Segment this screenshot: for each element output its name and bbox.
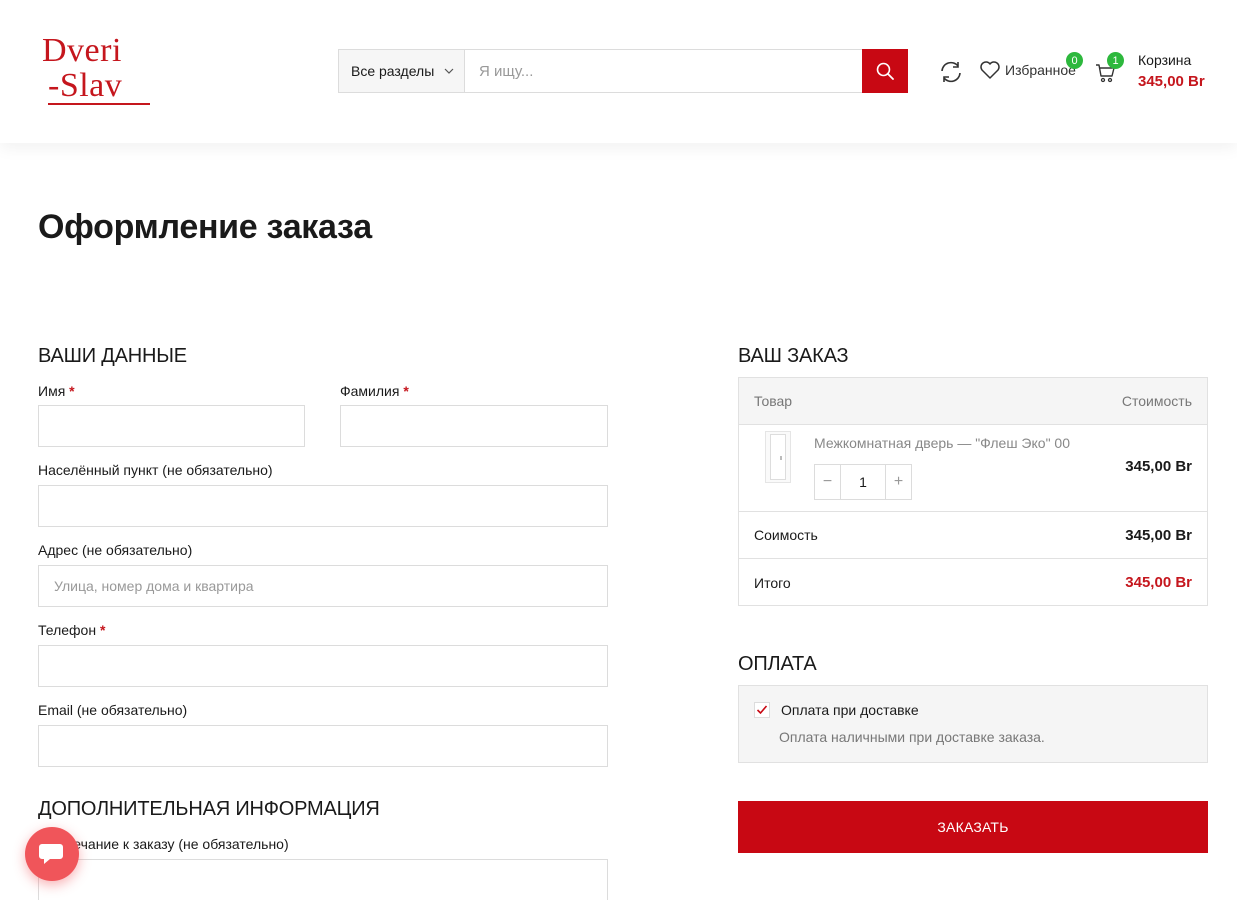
billing-heading: ВАШИ ДАННЫЕ: [38, 345, 187, 367]
door-image: [770, 434, 786, 480]
compare-icon[interactable]: [938, 59, 964, 85]
last-name-label: Фамилия *: [340, 383, 409, 399]
required-marker: *: [69, 383, 75, 399]
total-label: Итого: [754, 574, 791, 591]
wishlist-link[interactable]: Избранное: [979, 60, 1076, 80]
payment-method-description: Оплата наличными при доставке заказа.: [779, 729, 1045, 745]
last-name-label-text: Фамилия: [340, 383, 400, 399]
payment-method-label[interactable]: Оплата при доставке: [781, 702, 919, 718]
wishlist-label: Избранное: [1005, 62, 1076, 78]
wishlist-count-badge: 0: [1066, 52, 1083, 69]
subtotal-row: Соимость 345,00 Br: [739, 512, 1207, 559]
col-cost: Стоимость: [1121, 393, 1192, 409]
chevron-down-icon: [444, 68, 454, 74]
required-marker: *: [99, 622, 106, 638]
email-field[interactable]: [38, 725, 608, 767]
required-marker: *: [403, 383, 409, 399]
logo[interactable]: Dveri -Slav: [40, 33, 152, 109]
first-name-label: Имя *: [38, 383, 75, 399]
logo-text-line1: Dveri: [42, 32, 122, 69]
last-name-field[interactable]: [340, 405, 608, 447]
order-notes-field[interactable]: [38, 859, 608, 900]
search-bar: Все разделы: [338, 49, 908, 93]
order-table-header: Товар Стоимость: [739, 378, 1207, 425]
search-input[interactable]: [465, 50, 862, 92]
checkmark-icon: [756, 705, 768, 715]
address-label: Адрес (не обязательно): [38, 542, 193, 558]
cart-label[interactable]: Корзина: [1138, 52, 1191, 68]
phone-field[interactable]: [38, 645, 608, 687]
search-button[interactable]: [862, 49, 908, 93]
qty-decrease-button[interactable]: −: [815, 465, 840, 499]
qty-increase-button[interactable]: +: [886, 465, 911, 499]
logo-underline: [48, 103, 150, 105]
payment-checkbox[interactable]: [754, 702, 770, 718]
logo-text-line2: -Slav: [48, 67, 123, 104]
first-name-label-text: Имя: [38, 383, 66, 399]
product-price: 345,00 Br: [1125, 458, 1192, 475]
place-order-button[interactable]: ЗАКАЗАТЬ: [738, 801, 1208, 853]
total-row: Итого 345,00 Br: [739, 559, 1207, 606]
product-name[interactable]: Межкомнатная дверь — "Флеш Эко" 00: [814, 435, 1070, 451]
total-amount: 345,00 Br: [1125, 574, 1192, 591]
heart-icon: [980, 61, 1000, 79]
email-label: Email (не обязательно): [38, 702, 188, 718]
page-title: Оформление заказа: [38, 208, 372, 246]
address-field[interactable]: [38, 565, 608, 607]
site-header: Dveri -Slav Все разделы Избранное 0 1 Ко…: [0, 0, 1237, 143]
order-summary-table: Товар Стоимость Межкомнатная дверь — "Фл…: [738, 377, 1208, 606]
search-category-label: Все разделы: [351, 63, 435, 79]
product-thumbnail[interactable]: [765, 431, 791, 483]
search-icon: [876, 62, 894, 80]
phone-label: Телефон *: [38, 622, 105, 638]
subtotal-label: Соимость: [754, 527, 818, 543]
additional-info-heading: ДОПОЛНИТЕЛЬНАЯ ИНФОРМАЦИЯ: [38, 798, 380, 820]
quantity-stepper[interactable]: − 1 +: [814, 464, 912, 500]
door-knob: [780, 456, 782, 460]
phone-label-text: Телефон: [38, 622, 97, 638]
chat-widget-button[interactable]: [25, 827, 79, 881]
cart-count-badge: 1: [1107, 52, 1124, 69]
city-field[interactable]: [38, 485, 608, 527]
city-label: Населённый пункт (не обязательно): [38, 462, 273, 478]
payment-heading: ОПЛАТА: [738, 653, 817, 675]
order-item-row: Межкомнатная дверь — "Флеш Эко" 00 − 1 +…: [739, 425, 1207, 512]
payment-methods: Оплата при доставке Оплата наличными при…: [738, 685, 1208, 763]
subtotal-amount: 345,00 Br: [1125, 526, 1192, 544]
col-product: Товар: [754, 393, 793, 409]
qty-value[interactable]: 1: [840, 465, 886, 499]
search-category-select[interactable]: Все разделы: [339, 50, 465, 92]
order-heading: ВАШ ЗАКАЗ: [738, 345, 849, 367]
first-name-field[interactable]: [38, 405, 305, 447]
chat-bubble-icon: [39, 844, 63, 864]
cart-total[interactable]: 345,00 Br: [1138, 73, 1205, 90]
